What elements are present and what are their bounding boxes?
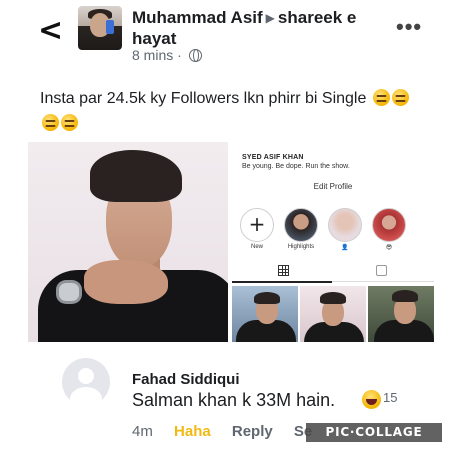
highlight-label: 😎 (385, 245, 393, 251)
post-meta: 8 mins · (132, 47, 202, 63)
highlight-thumbnail (284, 208, 318, 242)
commenter-name[interactable]: Fahad Siddiqui (132, 371, 240, 388)
back-button[interactable]: < (38, 14, 68, 48)
reply-button[interactable]: Reply (232, 423, 273, 440)
reaction-count[interactable]: 15 (383, 390, 397, 405)
commenter-avatar[interactable] (62, 358, 110, 406)
comment-actions: 4m Haha Reply Se (132, 423, 329, 440)
comment-time: 4m (132, 423, 153, 440)
grid-thumbnail (300, 286, 366, 342)
pic-collage-watermark: PIC·COLLAGE (306, 423, 442, 442)
new-highlight-icon: + (240, 208, 274, 242)
globe-icon (188, 49, 202, 62)
author-avatar[interactable] (78, 6, 122, 50)
highlight-label: Highlights (287, 244, 315, 250)
author-name[interactable]: Muhammad Asif (132, 8, 263, 27)
profile-bio: Be young. Be dope. Run the show. (242, 163, 350, 170)
profile-name: SYED ASIF KHAN (242, 154, 304, 161)
highlight-label: 👤 (341, 245, 349, 251)
haha-reaction-icon[interactable] (362, 390, 381, 409)
post-title: Muhammad Asif ▶ shareek e hayat (132, 8, 392, 49)
unamused-emoji-icon (391, 89, 409, 106)
haha-button[interactable]: Haha (174, 423, 211, 440)
unamused-emoji-icon (372, 89, 390, 106)
tagged-icon (376, 265, 387, 276)
more-options-button[interactable]: ••• (396, 16, 422, 38)
meta-separator: · (177, 47, 182, 63)
highlight-thumbnail (328, 208, 362, 242)
unamused-emoji-icon (61, 114, 78, 131)
post-time[interactable]: 8 mins (132, 47, 173, 63)
post-photo-profile-screenshot[interactable]: SYED ASIF KHAN Be young. Be dope. Run th… (232, 142, 434, 342)
post-body: Insta par 24.5k ky Followers lkn phirr b… (40, 90, 367, 107)
grid-thumbnail (232, 286, 298, 342)
post-text: Insta par 24.5k ky Followers lkn phirr b… (40, 86, 420, 136)
highlight-thumbnail (372, 208, 406, 242)
edit-profile-button: Edit Profile (313, 182, 353, 191)
watch-icon (56, 280, 82, 304)
caret-right-icon: ▶ (265, 11, 275, 25)
comment-text: Salman khan k 33M hain. (132, 390, 336, 410)
grid-thumbnail (368, 286, 434, 342)
unamused-emoji-icon (42, 114, 59, 131)
grid-icon (278, 265, 289, 276)
highlight-label: New (250, 244, 263, 250)
post-photo-portrait[interactable] (28, 142, 228, 342)
